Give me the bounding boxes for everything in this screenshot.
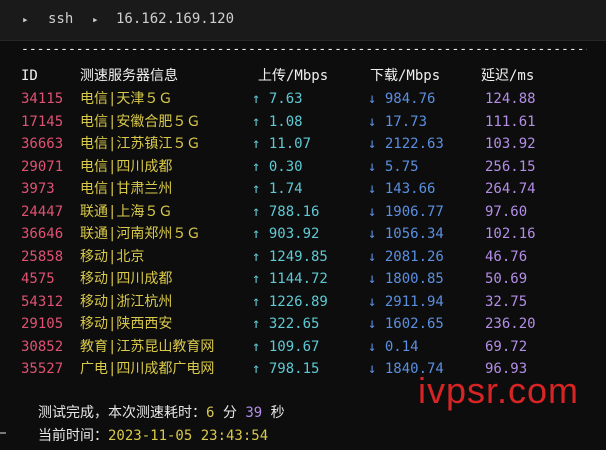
terminal-cursor bbox=[0, 432, 6, 434]
row-id: 36646 bbox=[21, 226, 64, 242]
header-server-info: 测速服务器信息 bbox=[80, 68, 178, 84]
row-server-name: 联通|河南郑州５Ｇ bbox=[80, 226, 201, 242]
row-download: ↓ 0.14 bbox=[368, 338, 419, 355]
row-server-name: 联通|上海５Ｇ bbox=[80, 203, 173, 220]
table-row: 24447 联通|上海５Ｇ ↑ 788.16 ↓ 1906.77 97.60 bbox=[0, 201, 606, 223]
row-server-name: 电信|江苏镇江５Ｇ bbox=[80, 136, 201, 152]
row-download: ↓ 984.76 bbox=[368, 91, 436, 107]
table-row: 34115 电信|天津５Ｇ ↑ 7.63 ↓ 984.76 124.88 bbox=[0, 88, 606, 110]
row-id: 29105 bbox=[21, 316, 64, 332]
header-latency: 延迟/ms bbox=[481, 68, 535, 84]
summary-label: 测试完成，本次测速耗时： bbox=[38, 405, 206, 421]
row-id: 35527 bbox=[21, 361, 64, 377]
row-latency: 102.16 bbox=[485, 226, 536, 242]
row-download: ↓ 1800.85 bbox=[368, 271, 444, 287]
table-row: 36646 联通|河南郑州５Ｇ ↑ 903.92 ↓ 1056.34 102.16 bbox=[0, 223, 606, 245]
row-server-name: 广电|四川成都广电网 bbox=[80, 361, 215, 377]
row-id: 3973 bbox=[21, 181, 55, 197]
row-id: 36663 bbox=[21, 136, 64, 152]
row-latency: 124.88 bbox=[485, 91, 536, 107]
row-latency: 103.92 bbox=[485, 136, 536, 152]
row-upload: ↑ 1249.85 bbox=[252, 248, 328, 265]
row-download: ↓ 5.75 bbox=[368, 158, 419, 175]
prompt-arrow-icon: ▸ bbox=[22, 13, 29, 26]
table-row: 29071 电信|四川成都 ↑ 0.30 ↓ 5.75 256.15 bbox=[0, 156, 606, 178]
row-latency: 111.61 bbox=[485, 113, 536, 130]
row-download: ↓ 1602.65 bbox=[368, 316, 444, 332]
row-server-name: 电信|四川成都 bbox=[80, 158, 173, 175]
row-download: ↓ 143.66 bbox=[368, 181, 436, 197]
row-id: 25858 bbox=[21, 248, 64, 265]
terminal-tab-bar: ▸ ssh ▸ 16.162.169.120 bbox=[0, 0, 606, 41]
row-download: ↓ 17.73 bbox=[368, 113, 428, 130]
table-row: 54312 移动|浙江杭州 ↑ 1226.89 ↓ 2911.94 32.75 bbox=[0, 291, 606, 313]
row-latency: 32.75 bbox=[485, 293, 528, 310]
row-latency: 236.20 bbox=[485, 316, 536, 332]
row-id: 30852 bbox=[21, 338, 64, 355]
minutes-unit: 分 bbox=[222, 405, 237, 421]
elapsed-minutes: 6 bbox=[206, 405, 215, 421]
watermark-logo: ivpsr.com bbox=[418, 370, 580, 411]
header-download: 下载/Mbps bbox=[370, 68, 441, 84]
row-download: ↓ 1056.34 bbox=[368, 226, 444, 242]
row-id: 34115 bbox=[21, 91, 64, 107]
row-upload: ↑ 798.15 bbox=[252, 361, 320, 377]
row-latency: 256.15 bbox=[485, 158, 536, 175]
row-latency: 50.69 bbox=[485, 271, 528, 287]
row-latency: 97.60 bbox=[485, 203, 528, 220]
row-download: ↓ 2911.94 bbox=[368, 293, 444, 310]
row-upload: ↑ 7.63 bbox=[252, 91, 303, 107]
table-row: 3973 电信|甘肃兰州 ↑ 1.74 ↓ 143.66 264.74 bbox=[0, 178, 606, 200]
row-upload: ↑ 1.08 bbox=[252, 113, 303, 130]
command-label[interactable]: ssh bbox=[48, 11, 73, 27]
table-row: 17145 电信|安徽合肥５Ｇ ↑ 1.08 ↓ 17.73 111.61 bbox=[0, 111, 606, 133]
row-upload: ↑ 1144.72 bbox=[252, 271, 328, 287]
row-server-name: 移动|浙江杭州 bbox=[80, 293, 173, 310]
row-upload: ↑ 1.74 bbox=[252, 181, 303, 197]
row-download: ↓ 2081.26 bbox=[368, 248, 444, 265]
host-address[interactable]: 16.162.169.120 bbox=[116, 11, 234, 27]
row-id: 24447 bbox=[21, 203, 64, 220]
time-line: 当前时间：2023-11-05 23:43:54 bbox=[38, 425, 268, 447]
row-latency: 46.76 bbox=[485, 248, 528, 265]
divider-line: ----------------------------------------… bbox=[21, 42, 587, 57]
table-row: 4575 移动|四川成都 ↑ 1144.72 ↓ 1800.85 50.69 bbox=[0, 268, 606, 290]
row-upload: ↑ 788.16 bbox=[252, 203, 320, 220]
row-server-name: 电信|天津５Ｇ bbox=[80, 91, 173, 107]
row-latency: 69.72 bbox=[485, 338, 528, 355]
row-server-name: 移动|北京 bbox=[80, 248, 145, 265]
row-server-name: 教育|江苏昆山教育网 bbox=[80, 338, 215, 355]
row-server-name: 移动|四川成都 bbox=[80, 271, 173, 287]
elapsed-seconds: 39 bbox=[245, 405, 263, 421]
seconds-unit: 秒 bbox=[270, 405, 285, 421]
host-arrow-icon: ▸ bbox=[92, 13, 99, 26]
header-upload: 上传/Mbps bbox=[258, 68, 329, 84]
row-upload: ↑ 322.65 bbox=[252, 316, 320, 332]
row-server-name: 电信|安徽合肥５Ｇ bbox=[80, 113, 201, 130]
header-id: ID bbox=[21, 68, 38, 84]
row-id: 54312 bbox=[21, 293, 64, 310]
row-download: ↓ 1906.77 bbox=[368, 203, 444, 220]
row-upload: ↑ 903.92 bbox=[252, 226, 320, 242]
time-label: 当前时间： bbox=[38, 428, 108, 444]
row-upload: ↑ 109.67 bbox=[252, 338, 320, 355]
row-upload: ↑ 0.30 bbox=[252, 158, 303, 175]
row-upload: ↑ 11.07 bbox=[252, 136, 312, 152]
row-id: 4575 bbox=[21, 271, 55, 287]
row-download: ↓ 2122.63 bbox=[368, 136, 444, 152]
row-id: 29071 bbox=[21, 158, 64, 175]
row-server-name: 电信|甘肃兰州 bbox=[80, 181, 173, 197]
table-header: ID 测速服务器信息 上传/Mbps 下载/Mbps 延迟/ms bbox=[0, 65, 606, 87]
row-latency: 264.74 bbox=[485, 181, 536, 197]
table-row: 36663 电信|江苏镇江５Ｇ ↑ 11.07 ↓ 2122.63 103.92 bbox=[0, 133, 606, 155]
row-server-name: 移动|陕西西安 bbox=[80, 316, 173, 332]
summary-line: 测试完成，本次测速耗时：6 分 39 秒 bbox=[38, 402, 285, 424]
row-upload: ↑ 1226.89 bbox=[252, 293, 328, 310]
table-row: 29105 移动|陕西西安 ↑ 322.65 ↓ 1602.65 236.20 bbox=[0, 313, 606, 335]
table-row: 25858 移动|北京 ↑ 1249.85 ↓ 2081.26 46.76 bbox=[0, 246, 606, 268]
current-time: 2023-11-05 23:43:54 bbox=[108, 428, 269, 444]
table-row: 30852 教育|江苏昆山教育网 ↑ 109.67 ↓ 0.14 69.72 bbox=[0, 336, 606, 358]
row-id: 17145 bbox=[21, 113, 64, 130]
